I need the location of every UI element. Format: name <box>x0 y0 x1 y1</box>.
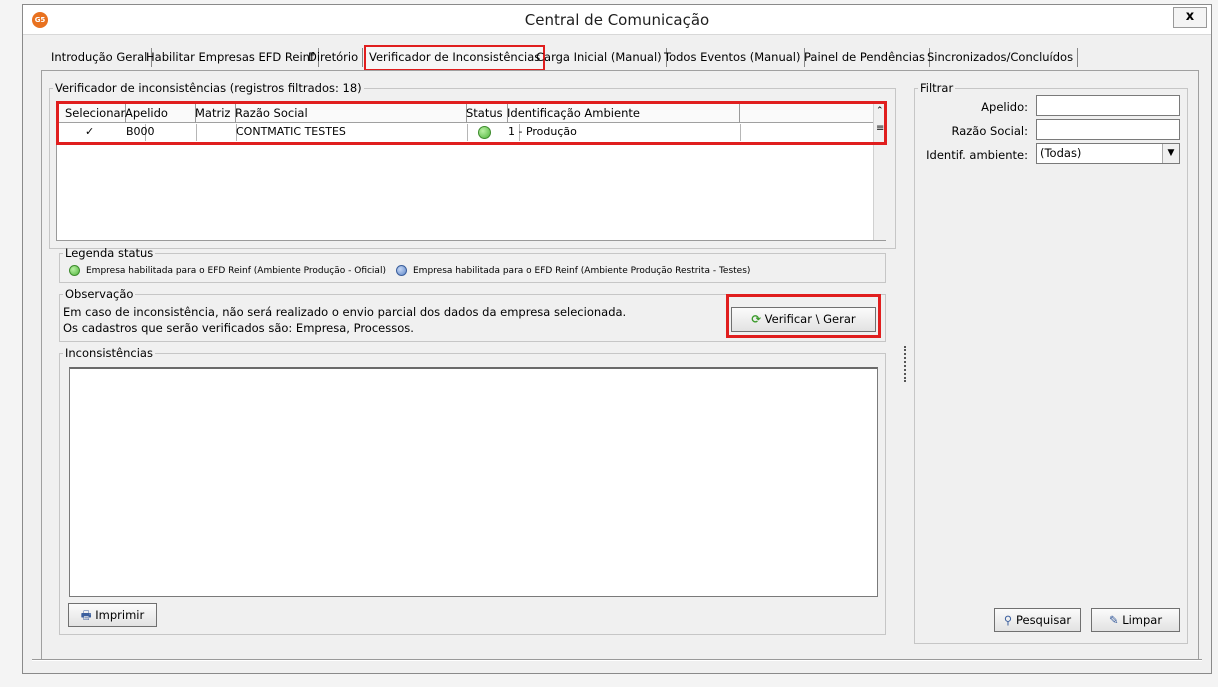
print-button[interactable]: 🖶 Imprimir <box>68 603 157 627</box>
search-button[interactable]: ⚲ Pesquisar <box>994 608 1081 632</box>
bottom-divider <box>32 659 1202 661</box>
filter-title: Filtrar <box>920 81 954 95</box>
tab-introducao-geral[interactable]: Introdução Geral <box>47 48 153 67</box>
apelido-label: Apelido: <box>981 100 1028 114</box>
verifier-legend: Verificador de inconsistências (registro… <box>55 81 362 95</box>
observation-title: Observação <box>65 287 134 301</box>
tab-todos-eventos[interactable]: Todos Eventos (Manual) <box>660 48 806 67</box>
tab-verificador-inconsistencias[interactable]: Verificador de Inconsistências <box>364 45 546 71</box>
clear-label: Limpar <box>1122 613 1163 627</box>
main-window: G5 Central de Comunicação x Introdução G… <box>22 4 1212 674</box>
printer-icon: 🖶 <box>80 608 92 622</box>
verify-generate-label: Verificar \ Gerar <box>764 312 856 326</box>
razao-social-input[interactable] <box>1036 119 1180 140</box>
ambiente-select[interactable]: (Todas) ▼ <box>1036 143 1180 164</box>
window-title: Central de Comunicação <box>524 11 710 29</box>
observation-line-2: Os cadastros que serão verificados são: … <box>63 321 414 335</box>
search-label: Pesquisar <box>1015 613 1072 627</box>
tab-carga-inicial[interactable]: Carga Inicial (Manual) <box>532 48 667 67</box>
status-legend-group: Legenda status <box>59 246 886 283</box>
filter-group: Filtrar <box>914 81 1188 644</box>
chevron-down-icon[interactable]: ▼ <box>1162 144 1179 163</box>
magnifier-icon: ⚲ <box>1003 613 1013 627</box>
tab-painel-pendencias[interactable]: Painel de Pendências <box>800 48 931 67</box>
tab-diretorio[interactable]: Diretório <box>304 48 364 67</box>
print-label: Imprimir <box>95 608 145 622</box>
razao-social-label: Razão Social: <box>951 124 1028 138</box>
green-status-icon <box>69 265 80 276</box>
splitter-handle[interactable] <box>904 346 906 382</box>
blue-status-label: Empresa habilitada para o EFD Reinf (Amb… <box>413 266 751 276</box>
ambiente-select-value: (Todas) <box>1040 146 1082 160</box>
title-bar: G5 Central de Comunicação x <box>23 5 1211 35</box>
status-legend-title: Legenda status <box>65 246 154 260</box>
tab-sincronizados[interactable]: Sincronizados/Concluídos <box>923 48 1079 67</box>
clear-button[interactable]: ✎ Limpar <box>1091 608 1180 632</box>
apelido-input[interactable] <box>1036 95 1180 116</box>
inconsistencies-textarea[interactable] <box>69 367 878 597</box>
green-status-label: Empresa habilitada para o EFD Reinf (Amb… <box>86 266 386 276</box>
tab-bar: Introdução Geral Habilitar Empresas EFD … <box>41 45 1199 71</box>
observation-line-1: Em caso de inconsistência, não será real… <box>63 305 627 319</box>
grid-highlight <box>56 101 887 145</box>
verify-generate-button[interactable]: ⟳ Verificar \ Gerar <box>731 307 876 332</box>
close-button[interactable]: x <box>1173 7 1207 28</box>
tab-habilitar-empresas[interactable]: Habilitar Empresas EFD Reinf <box>142 48 319 67</box>
ambiente-label: Identif. ambiente: <box>926 148 1028 162</box>
inconsistencies-title: Inconsistências <box>65 346 153 360</box>
blue-status-icon <box>396 265 407 276</box>
clear-icon: ✎ <box>1108 613 1119 627</box>
refresh-icon: ⟳ <box>751 312 761 326</box>
